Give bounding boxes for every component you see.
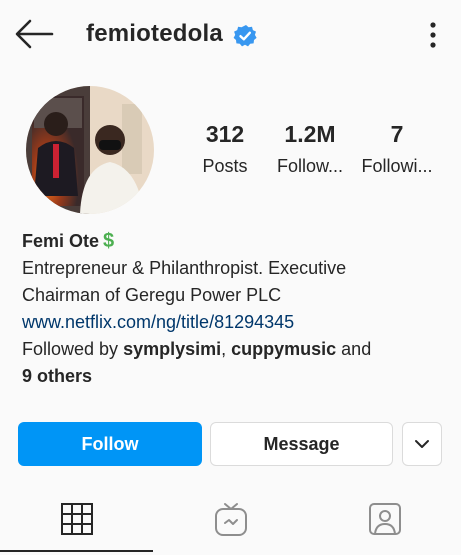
profile-bio: Femi Ote $ Entrepreneur & Philanthropist… (22, 228, 442, 390)
profile-stats: 312 Posts 1.2M Follow... 7 Followi... (180, 120, 450, 190)
stat-following[interactable]: 7 Followi... (352, 120, 442, 177)
tagged-icon (368, 503, 401, 535)
stat-value: 312 (205, 121, 245, 147)
profile-username: femiotedola (86, 20, 223, 47)
stat-label: Follow... (276, 156, 344, 176)
stat-label: Followi... (361, 156, 433, 176)
comma-separator: , (221, 339, 232, 359)
profile-actions: Follow Message (0, 420, 461, 466)
more-options-button[interactable] (420, 18, 446, 52)
message-button[interactable]: Message (210, 422, 393, 466)
profile-avatar[interactable] (26, 86, 154, 214)
follower-symplysimi[interactable]: symplysimi (123, 339, 221, 359)
stat-posts[interactable]: 312 Posts (180, 120, 270, 177)
active-tab-indicator (0, 550, 153, 552)
profile-tabs (0, 490, 461, 555)
suggested-accounts-button[interactable] (402, 422, 442, 466)
avatar-photo (26, 86, 154, 214)
chevron-down-icon (415, 440, 429, 448)
back-button[interactable] (14, 18, 54, 50)
stat-value: 1.2M (284, 121, 336, 147)
followed-by-text[interactable]: Followed by symplysimi, cuppymusic and (22, 336, 442, 363)
grid-icon (60, 503, 93, 535)
igtv-icon (214, 503, 247, 536)
arrow-left-icon (15, 19, 54, 49)
top-bar: femiotedola (0, 0, 461, 70)
tab-tagged[interactable] (308, 490, 461, 548)
followed-by-others[interactable]: 9 others (22, 363, 442, 390)
stat-followers[interactable]: 1.2M Follow... (265, 120, 355, 177)
followed-by-prefix: Followed by (22, 339, 124, 359)
follower-cuppymusic[interactable]: cuppymusic (231, 339, 336, 359)
display-name-text: Femi Ote (22, 231, 100, 251)
stat-value: 7 (390, 121, 404, 147)
and-text: and (336, 339, 372, 359)
more-vertical-icon (430, 22, 436, 48)
bio-line-2: Chairman of Geregu Power PLC (22, 285, 282, 305)
dollar-emoji-icon: $ (103, 230, 115, 252)
bio-website-link[interactable]: www.netflix.com/ng/title/81294345 (22, 309, 442, 336)
stat-label: Posts (202, 156, 248, 176)
follow-button[interactable]: Follow (18, 422, 202, 466)
bio-line-1: Entrepreneur & Philanthropist. Executive (22, 258, 347, 278)
verified-badge-icon (233, 25, 257, 47)
tab-posts-grid[interactable] (0, 490, 153, 548)
tab-igtv[interactable] (154, 490, 307, 548)
profile-display-name: Femi Ote $ (22, 228, 442, 255)
